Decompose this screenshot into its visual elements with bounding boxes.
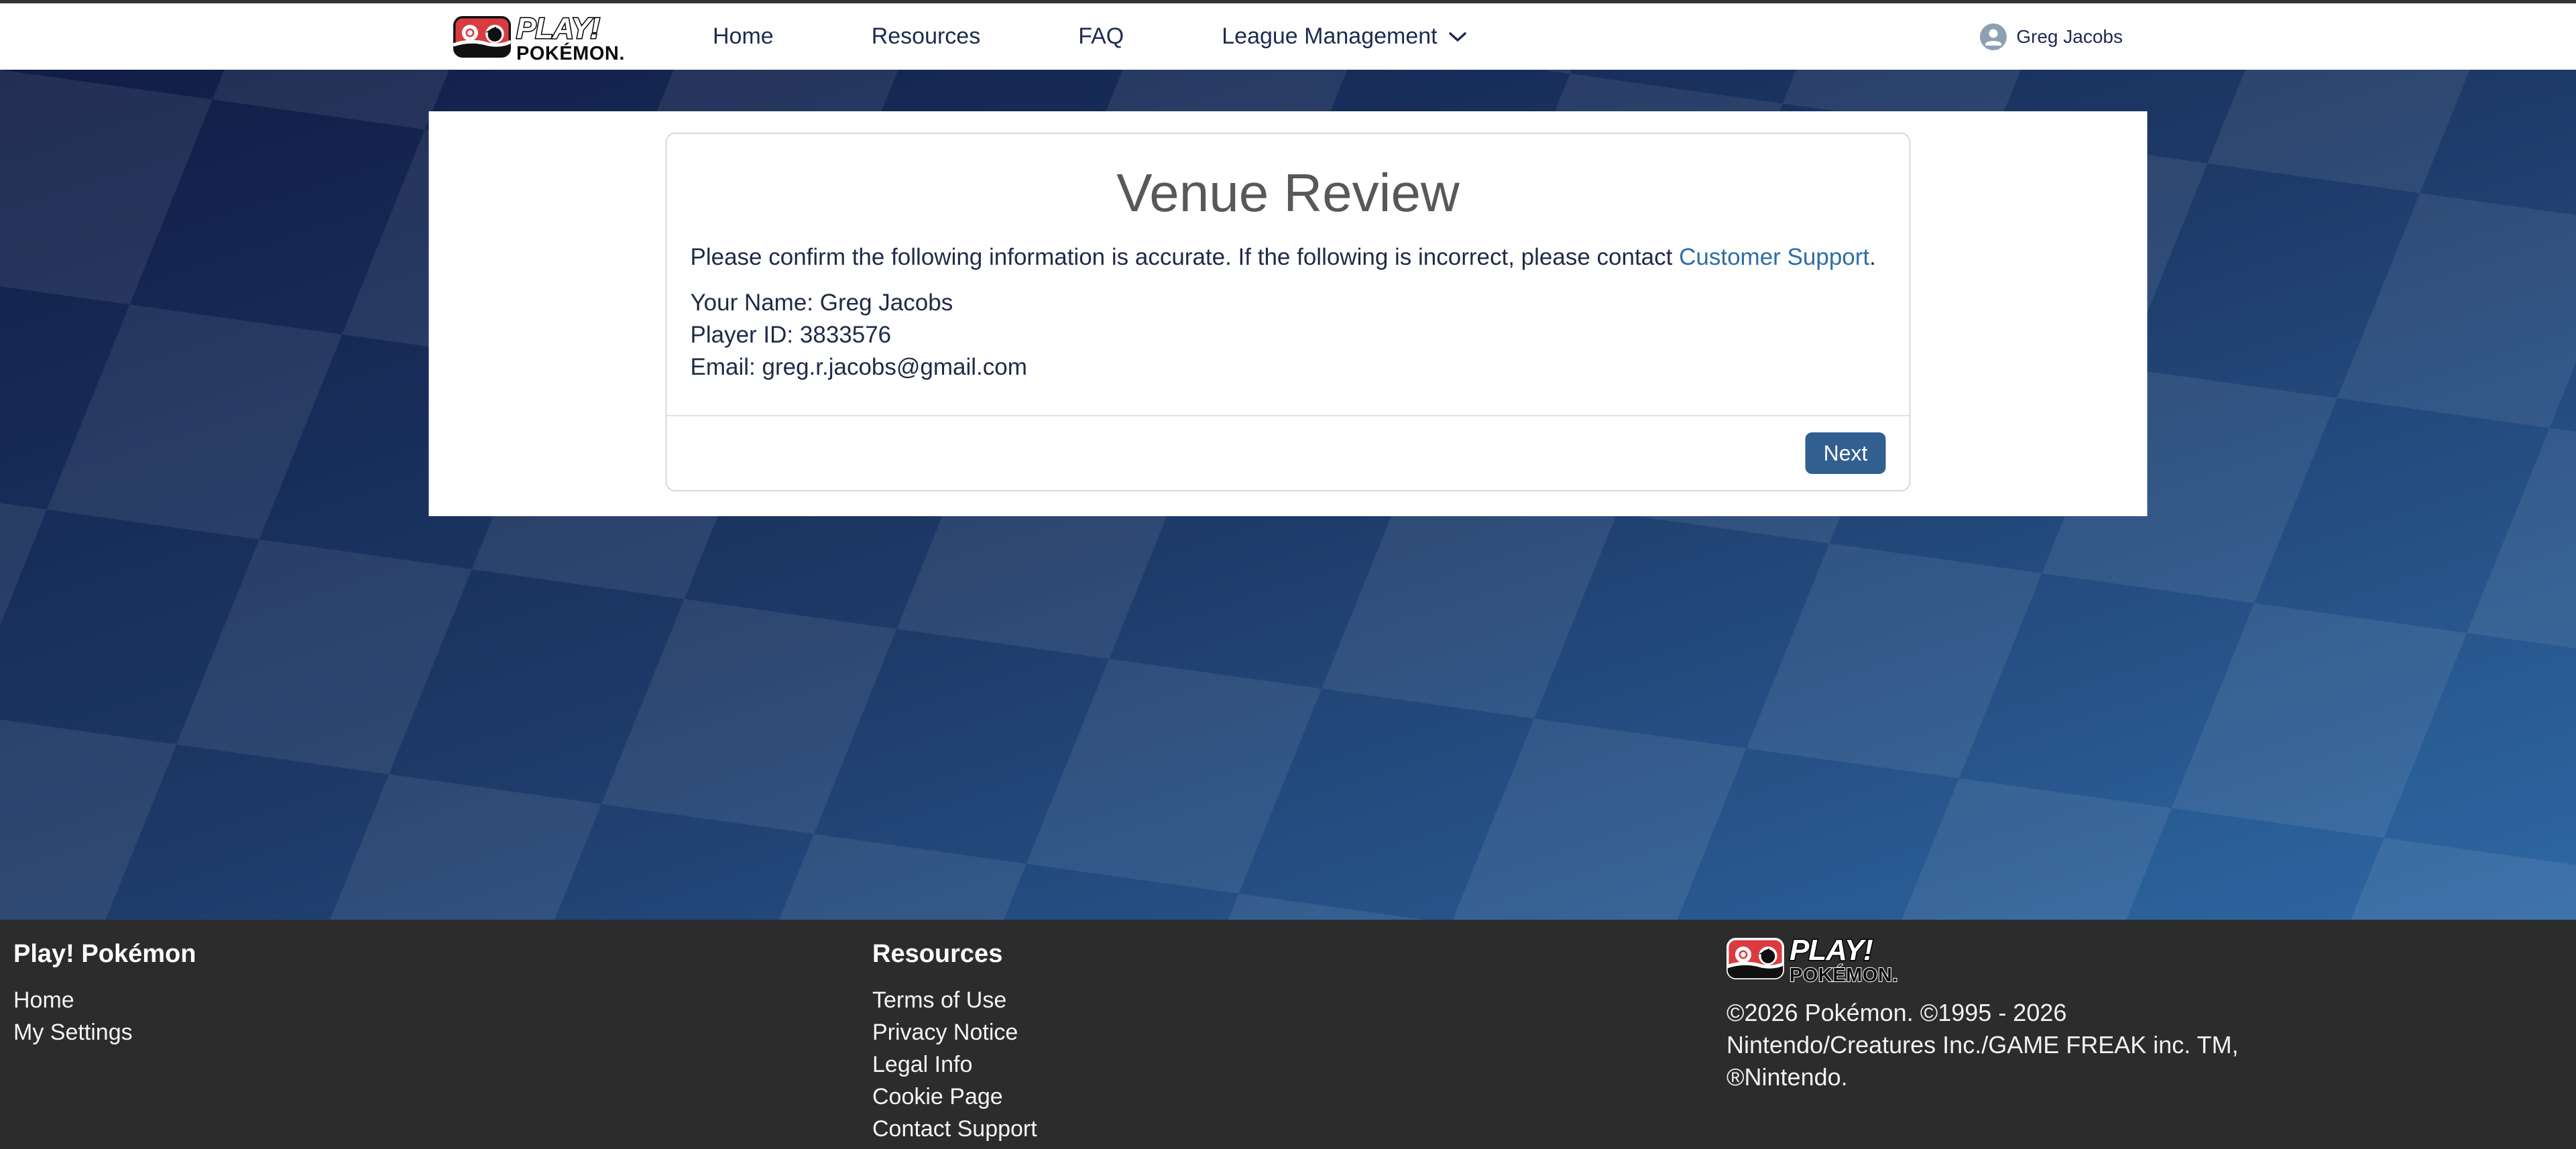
user-info-fields: Your Name: Greg Jacobs Player ID: 383357…	[691, 287, 1886, 383]
footer-column-legal: PLAY! POKÉMON. ©2026 Pokémon. ©1995 - 20…	[1726, 932, 2239, 1093]
footer-link-contact-support[interactable]: Contact Support	[872, 1113, 1037, 1145]
footer-heading-resources: Resources	[872, 940, 1037, 969]
wordmark-play: PLAY!	[516, 12, 599, 45]
content-panel: Venue Review Please confirm the followin…	[429, 111, 2148, 516]
card-footer: Next	[667, 415, 1910, 490]
field-email: Email: greg.r.jacobs@gmail.com	[691, 351, 1886, 383]
field-your-name-label: Your Name:	[691, 290, 814, 316]
field-player-id: Player ID: 3833576	[691, 319, 1886, 351]
venue-review-card: Venue Review Please confirm the followin…	[666, 133, 1911, 491]
footer-wordmark-play: PLAY!	[1790, 934, 1873, 967]
nav-item-faq-label: FAQ	[1078, 23, 1124, 50]
wordmark-pokemon: POKÉMON.	[516, 42, 625, 64]
nav-item-home-label: Home	[713, 23, 774, 50]
nav-links: Home Resources FAQ League Management	[713, 23, 1467, 50]
copyright-line-1: ©2026 Pokémon. ©1995 - 2026	[1726, 997, 2239, 1029]
field-email-label: Email:	[691, 354, 756, 380]
field-your-name-value: Greg Jacobs	[820, 290, 953, 316]
nav-item-league-management[interactable]: League Management	[1222, 23, 1466, 50]
field-your-name: Your Name: Greg Jacobs	[691, 287, 1886, 319]
play-pokemon-wordmark: PLAY! POKÉMON.	[511, 10, 652, 64]
chevron-down-icon	[1448, 31, 1467, 43]
footer-wordmark-pokemon: POKÉMON.	[1790, 963, 1898, 985]
footer-column-resources: Resources Terms of Use Privacy Notice Le…	[872, 940, 1037, 1145]
nav-item-faq[interactable]: FAQ	[1078, 23, 1124, 50]
avatar-icon	[1980, 23, 2007, 50]
footer-link-terms-of-use[interactable]: Terms of Use	[872, 984, 1037, 1016]
copyright-line-3: ®Nintendo.	[1726, 1061, 2239, 1093]
footer-heading-play-pokemon: Play! Pokémon	[13, 940, 196, 969]
next-button[interactable]: Next	[1806, 432, 1886, 474]
nav-item-home[interactable]: Home	[713, 23, 774, 50]
field-player-id-value: 3833576	[800, 322, 891, 348]
footer-play-pokemon-emblem-icon	[1726, 936, 1784, 981]
customer-support-link[interactable]: Customer Support	[1679, 244, 1869, 270]
play-pokemon-emblem-icon	[453, 15, 511, 59]
user-name: Greg Jacobs	[2016, 26, 2123, 48]
intro-text: Please confirm the following information…	[691, 244, 1886, 271]
navbar: PLAY! POKÉMON. Home Resources FAQ League…	[0, 3, 2576, 70]
footer-link-my-settings[interactable]: My Settings	[13, 1016, 196, 1048]
footer-link-home[interactable]: Home	[13, 984, 196, 1016]
nav-item-resources[interactable]: Resources	[872, 23, 981, 50]
footer-link-privacy-notice[interactable]: Privacy Notice	[872, 1016, 1037, 1048]
footer-column-play-pokemon: Play! Pokémon Home My Settings	[13, 940, 196, 1048]
field-player-id-label: Player ID:	[691, 322, 794, 348]
user-menu[interactable]: Greg Jacobs	[1980, 23, 2123, 50]
footer-link-legal-info[interactable]: Legal Info	[872, 1048, 1037, 1081]
footer-play-pokemon-wordmark: PLAY! POKÉMON.	[1784, 932, 1925, 985]
footer-logo: PLAY! POKÉMON.	[1726, 932, 2239, 985]
intro-after: .	[1869, 244, 1876, 270]
hero-section: Venue Review Please confirm the followin…	[0, 70, 2576, 920]
footer: Play! Pokémon Home My Settings Resources…	[0, 920, 2576, 1149]
footer-link-cookie-page[interactable]: Cookie Page	[872, 1081, 1037, 1113]
intro-before: Please confirm the following information…	[691, 244, 1680, 270]
nav-item-league-management-label: League Management	[1222, 23, 1437, 50]
play-pokemon-logo[interactable]: PLAY! POKÉMON.	[453, 10, 652, 64]
copyright-text: ©2026 Pokémon. ©1995 - 2026 Nintendo/Cre…	[1726, 997, 2239, 1093]
page-title: Venue Review	[667, 162, 1910, 224]
nav-item-resources-label: Resources	[872, 23, 981, 50]
copyright-line-2: Nintendo/Creatures Inc./GAME FREAK inc. …	[1726, 1029, 2239, 1061]
field-email-value: greg.r.jacobs@gmail.com	[762, 354, 1027, 380]
